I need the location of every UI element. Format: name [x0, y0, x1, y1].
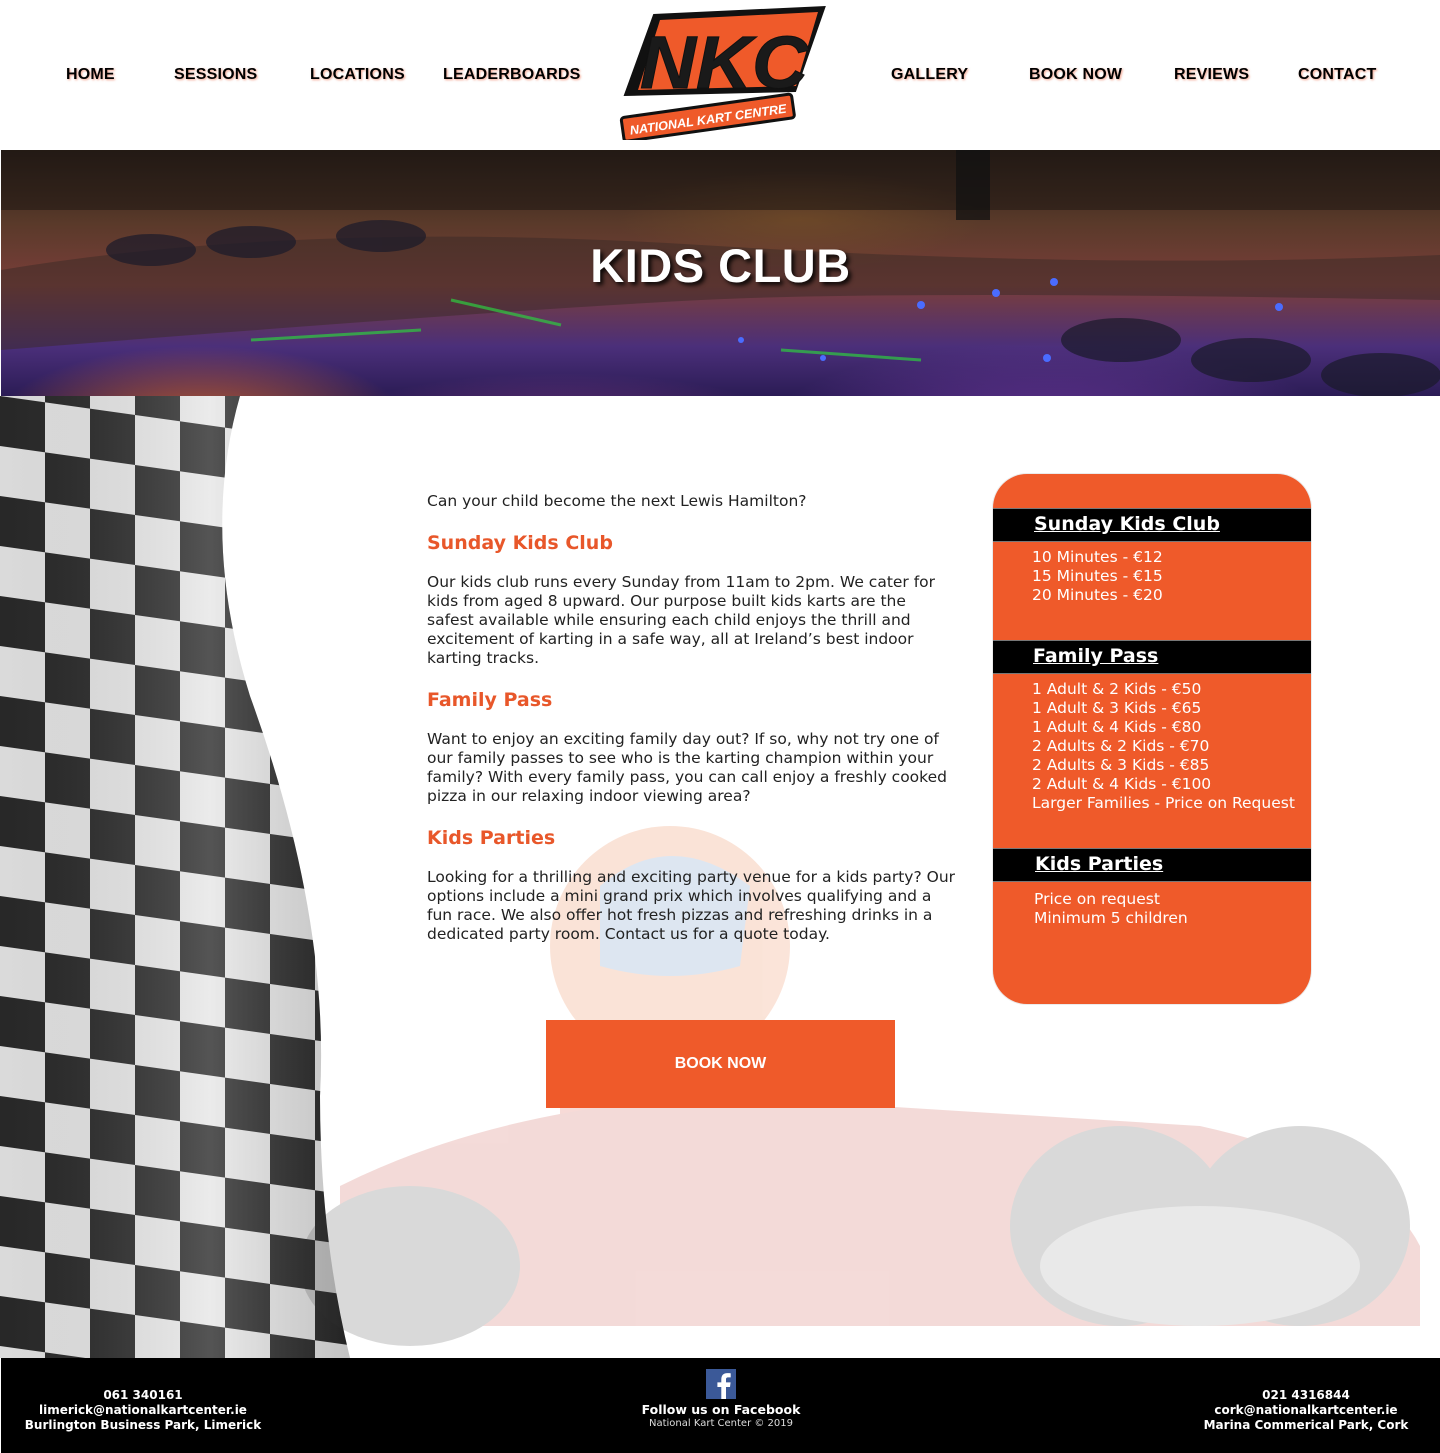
nav-sessions[interactable]: SESSIONS: [174, 66, 257, 84]
site-footer: 061 340161 limerick@nationalkartcenter.i…: [1, 1358, 1440, 1453]
nav-book-now[interactable]: BOOK NOW: [1029, 66, 1122, 84]
pricing-list-parties: Price on request Minimum 5 children: [1034, 890, 1188, 928]
pricing-header-parties: Kids Parties: [993, 848, 1311, 882]
price-line: 10 Minutes - €12: [1032, 548, 1163, 566]
price-line: Minimum 5 children: [1034, 909, 1188, 927]
hero-banner: KIDS CLUB: [1, 150, 1440, 396]
nav-contact[interactable]: CONTACT: [1298, 66, 1376, 84]
facebook-follow-link[interactable]: Follow us on Facebook: [601, 1402, 841, 1417]
price-line: 2 Adults & 3 Kids - €85: [1032, 756, 1210, 774]
pricing-list-family: 1 Adult & 2 Kids - €50 1 Adult & 3 Kids …: [1032, 680, 1295, 813]
pricing-list-sunday: 10 Minutes - €12 15 Minutes - €15 20 Min…: [1032, 548, 1163, 605]
section-title-sunday: Sunday Kids Club: [427, 532, 613, 554]
page-title: KIDS CLUB: [590, 239, 851, 292]
price-line: 1 Adult & 4 Kids - €80: [1032, 718, 1202, 736]
price-line: 2 Adults & 2 Kids - €70: [1032, 737, 1210, 755]
footer-cork: 021 4316844 cork@nationalkartcenter.ie M…: [1181, 1388, 1431, 1433]
intro-text: Can your child become the next Lewis Ham…: [427, 492, 807, 510]
price-line: 15 Minutes - €15: [1032, 567, 1163, 585]
nav-locations[interactable]: LOCATIONS: [310, 66, 405, 84]
book-now-button[interactable]: BOOK NOW: [546, 1020, 895, 1108]
main-content: Can your child become the next Lewis Ham…: [0, 396, 1440, 1358]
section-body-sunday: Our kids club runs every Sunday from 11a…: [427, 573, 936, 667]
nav-home[interactable]: HOME: [66, 66, 115, 84]
pricing-title-sunday: Sunday Kids Club: [1034, 513, 1220, 535]
price-line: 1 Adult & 2 Kids - €50: [1032, 680, 1202, 698]
cork-phone[interactable]: 021 4316844: [1181, 1388, 1431, 1403]
limerick-phone[interactable]: 061 340161: [11, 1388, 275, 1403]
price-line: 1 Adult & 3 Kids - €65: [1032, 699, 1202, 717]
limerick-address: Burlington Business Park, Limerick: [24, 1418, 262, 1432]
nav-reviews[interactable]: REVIEWS: [1174, 66, 1249, 84]
pricing-header-sunday: Sunday Kids Club: [993, 508, 1311, 542]
cork-address: Marina Commerical Park, Cork: [1203, 1418, 1409, 1432]
section-title-parties: Kids Parties: [427, 827, 556, 849]
logo-text: NKC: [640, 21, 810, 104]
limerick-email[interactable]: limerick@nationalkartcenter.ie: [11, 1403, 275, 1418]
section-body-parties: Looking for a thrilling and exciting par…: [427, 868, 956, 943]
price-line: Price on request: [1034, 890, 1160, 908]
nkc-logo[interactable]: NKC NATIONAL KART CENTRE: [612, 4, 834, 140]
section-body-family: Want to enjoy an exciting family day out…: [427, 730, 947, 805]
nav-gallery[interactable]: GALLERY: [891, 66, 968, 84]
pricing-card: Sunday Kids Club 10 Minutes - €12 15 Min…: [993, 474, 1311, 1004]
price-line: 20 Minutes - €20: [1032, 586, 1163, 604]
pricing-title-parties: Kids Parties: [1035, 853, 1164, 875]
facebook-icon[interactable]: [706, 1369, 736, 1399]
pricing-title-family: Family Pass: [1033, 645, 1159, 667]
price-line: 2 Adult & 4 Kids - €100: [1032, 775, 1212, 793]
nav-leaderboards[interactable]: LEADERBOARDS: [443, 66, 581, 84]
cork-email[interactable]: cork@nationalkartcenter.ie: [1181, 1403, 1431, 1418]
section-title-family: Family Pass: [427, 689, 553, 711]
footer-limerick: 061 340161 limerick@nationalkartcenter.i…: [11, 1388, 275, 1433]
site-header: HOME SESSIONS LOCATIONS LEADERBOARDS NKC…: [0, 0, 1440, 150]
copyright-text: National Kart Center © 2019: [648, 1418, 794, 1429]
pricing-header-family: Family Pass: [993, 640, 1311, 674]
price-line: Larger Families - Price on Request: [1032, 794, 1295, 812]
